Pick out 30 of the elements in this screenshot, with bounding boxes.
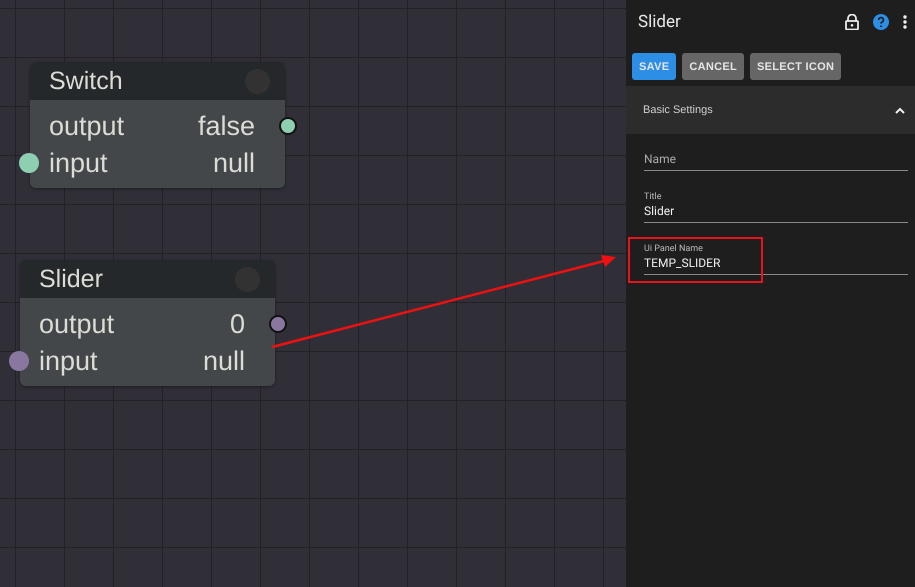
node-title: Slider	[39, 264, 103, 294]
node-card[interactable]: Slider output 0 input null	[20, 260, 275, 386]
panel-title: Slider	[638, 12, 682, 32]
output-port[interactable]	[279, 117, 297, 135]
port-value: false	[198, 110, 255, 143]
input-field[interactable]: TEMP_SLIDER	[644, 256, 908, 270]
input-field[interactable]: Name	[644, 152, 908, 166]
action-button[interactable]: CANCEL	[682, 53, 744, 80]
port-label: output	[39, 308, 114, 341]
help-icon[interactable]	[873, 14, 889, 30]
node-card[interactable]: Switch output false input null	[30, 62, 285, 188]
port-label: output	[49, 110, 124, 143]
port-value: null	[202, 345, 245, 378]
port-value: 0	[230, 308, 245, 341]
node-title: Switch	[49, 66, 123, 96]
port-label: input	[39, 345, 98, 378]
section-header[interactable]: Basic Settings	[626, 86, 915, 134]
lock-icon[interactable]	[845, 14, 859, 30]
output-port[interactable]	[269, 315, 287, 333]
input-field[interactable]: Slider	[644, 204, 908, 218]
field-label: Title	[644, 192, 662, 202]
input-port[interactable]	[9, 351, 29, 371]
port-label: input	[49, 147, 108, 180]
field-label: Ui Panel Name	[644, 244, 704, 254]
chevron-icon[interactable]	[895, 106, 905, 114]
action-button[interactable]: SELECT ICON	[750, 53, 842, 80]
node-canvas[interactable]: Switch output false input null Slider output 0 input null	[0, 0, 626, 587]
input-port[interactable]	[19, 153, 39, 173]
more-icon[interactable]	[903, 15, 907, 29]
port-value: null	[212, 147, 255, 180]
